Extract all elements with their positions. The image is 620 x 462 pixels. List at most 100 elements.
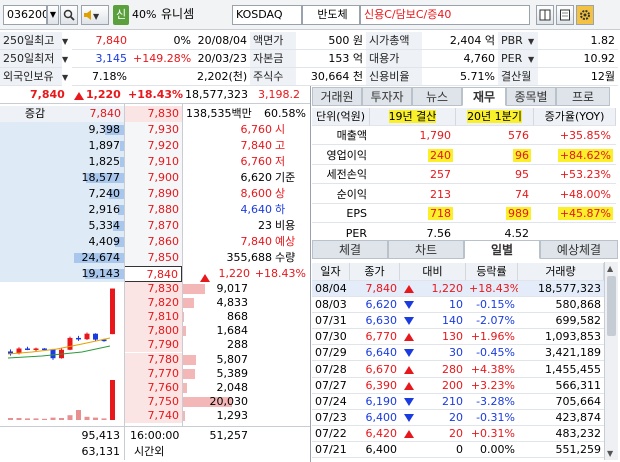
ask-price[interactable]: 7,930 [124, 122, 182, 138]
chevron-down-icon[interactable]: ▼ [62, 55, 68, 64]
chevron-down-icon[interactable]: ▼ [62, 73, 68, 82]
daily-date[interactable]: 07/30 [312, 329, 350, 346]
tab-expected[interactable]: 예상체결 [540, 240, 618, 259]
tab-finance[interactable]: 재무 [462, 87, 506, 106]
daily-date[interactable]: 07/29 [312, 345, 350, 362]
ask-qty: 18,577 [81, 171, 121, 184]
info-date: 20/03/23 [194, 50, 250, 68]
volume-bar [8, 418, 13, 420]
ask-price-header: 7,830 [124, 106, 182, 122]
bid-qty: 1,684 [216, 324, 249, 338]
speaker-button[interactable]: ▼ [81, 5, 109, 25]
tab-program[interactable]: 프로 [556, 87, 610, 106]
tab-daily[interactable]: 일별 [464, 240, 540, 259]
scroll-down-icon[interactable]: ▼ [607, 449, 613, 458]
daily-date[interactable]: 07/28 [312, 362, 350, 378]
daily-diff-cell: 0 [400, 442, 466, 458]
expected-rate: +18.43% [254, 267, 306, 280]
finance-value-2020q1: 989 [456, 205, 534, 223]
bid-price[interactable]: 7,780 [124, 352, 182, 367]
divider [182, 104, 183, 426]
bid-price[interactable]: 7,820 [124, 296, 182, 311]
ask-qty: 9,398 [88, 123, 121, 136]
tab-investors[interactable]: 투자자 [362, 87, 412, 106]
daily-rate: +4.38% [466, 362, 518, 378]
daily-diff: 130 [442, 330, 463, 344]
tab-brokers[interactable]: 거래원 [312, 87, 362, 106]
total-volume: 18,577,323 [185, 88, 248, 101]
copy-window-button[interactable] [536, 5, 554, 25]
stock-name: 유니셈 [161, 7, 195, 21]
bid-price[interactable]: 7,830 [124, 282, 182, 296]
chevron-down-icon[interactable]: ▼ [528, 55, 534, 64]
chevron-down-icon[interactable]: ▼ [528, 37, 534, 46]
bid-price[interactable]: 7,770 [124, 366, 182, 381]
settings-button[interactable] [576, 5, 594, 25]
bid-price[interactable]: 7,790 [124, 338, 182, 353]
scroll-up-icon[interactable]: ▲ [607, 264, 613, 273]
daily-date[interactable]: 07/23 [312, 410, 350, 426]
code-dropdown-button[interactable]: ▼ [47, 5, 59, 25]
ask-price[interactable]: 7,900 [124, 170, 182, 186]
daily-date[interactable]: 07/21 [312, 442, 350, 458]
search-button[interactable] [60, 5, 78, 25]
tab-trades[interactable]: 체결 [312, 240, 388, 259]
bid-price[interactable]: 7,810 [124, 310, 182, 325]
tab-items[interactable]: 종목별 [506, 87, 556, 106]
bid-price[interactable]: 7,750 [124, 394, 182, 409]
tab-chart[interactable]: 차트 [388, 240, 464, 259]
finance-header-text: 19년 결산 [388, 110, 437, 123]
info-value: 4,760 [422, 50, 498, 68]
daily-date[interactable]: 08/04 [312, 281, 350, 297]
info-value: 7,840 [72, 32, 130, 50]
volume-bar [16, 418, 22, 420]
daily-date[interactable]: 08/03 [312, 297, 350, 314]
info-value: 12월 [538, 68, 618, 86]
toolbar: 036200 ▼ ▼ 신 40% 유니셈 KOSDAQ 반도체 신용C/담보C/… [0, 0, 620, 30]
daily-scrollbar[interactable]: ▲ ▼ [604, 262, 618, 460]
ask-price[interactable]: 7,890 [124, 186, 182, 202]
ask-price[interactable]: 7,870 [124, 218, 182, 234]
daily-date[interactable]: 07/27 [312, 378, 350, 394]
ask-qty: 2,916 [88, 203, 121, 216]
ask-qty: 19,143 [81, 267, 121, 280]
daily-diff: 0 [456, 443, 463, 456]
daily-date[interactable]: 07/22 [312, 426, 350, 442]
bid-price[interactable]: 7,740 [124, 408, 182, 423]
daily-volume: 423,874 [518, 410, 604, 426]
ask-price[interactable]: 7,910 [124, 154, 182, 170]
stat-value: 4,640 [240, 203, 273, 216]
down-triangle-icon [404, 394, 414, 409]
change-header: 증감 [0, 106, 70, 122]
tab-news[interactable]: 뉴스 [412, 87, 462, 106]
finance-value-2019: 240 [370, 147, 456, 165]
daily-header: 거래량 [518, 263, 604, 281]
finance-value-2019: 257 [370, 166, 456, 184]
daily-diff-cell: 20 [400, 426, 466, 442]
ask-price[interactable]: 7,880 [124, 202, 182, 218]
up-triangle-icon [74, 89, 84, 102]
finance-growth: +48.00% [534, 186, 616, 204]
bid-price[interactable]: 7,800 [124, 324, 182, 339]
ask-price[interactable]: 7,860 [124, 234, 182, 250]
daily-rate: -3.28% [466, 394, 518, 410]
bid-qty: 288 [227, 338, 248, 352]
ask-price[interactable]: 7,850 [124, 250, 182, 266]
stat-label: 수량 [275, 251, 296, 264]
daily-header: 대비 [400, 263, 466, 281]
daily-date[interactable]: 07/24 [312, 394, 350, 410]
daily-close: 6,630 [350, 313, 400, 330]
daily-rate: -0.31% [466, 410, 518, 426]
daily-date[interactable]: 07/31 [312, 313, 350, 330]
ask-price[interactable]: 7,840 [124, 266, 182, 282]
stock-code-input[interactable]: 036200 [3, 5, 47, 25]
chevron-down-icon[interactable]: ▼ [62, 37, 68, 46]
value-text: 96 [513, 148, 531, 162]
bid-price[interactable]: 7,760 [124, 380, 182, 395]
stat-label: 상 [275, 187, 286, 200]
daily-close: 6,670 [350, 362, 400, 378]
ask-price[interactable]: 7,920 [124, 138, 182, 154]
memo-button[interactable] [556, 5, 574, 25]
info-value: 153 억 [296, 50, 366, 68]
scroll-thumb[interactable] [607, 276, 616, 336]
